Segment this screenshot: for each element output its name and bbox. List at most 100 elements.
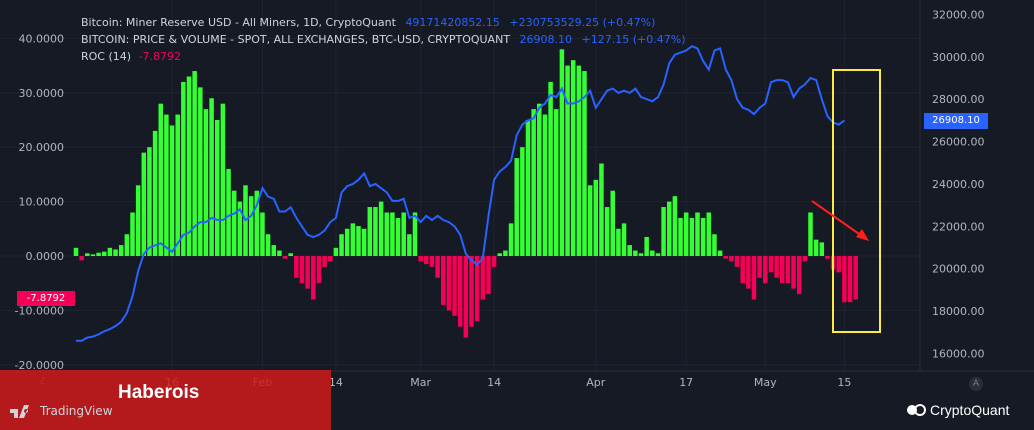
roc-bar bbox=[401, 212, 406, 256]
roc-bar bbox=[717, 250, 723, 256]
roc-bar bbox=[311, 256, 316, 300]
roc-bar bbox=[203, 109, 209, 257]
roc-bar bbox=[322, 256, 327, 267]
roc-bar bbox=[181, 81, 186, 256]
roc-bar bbox=[621, 223, 627, 256]
roc-bar bbox=[836, 256, 841, 273]
legend-roc-value: -7.8792 bbox=[138, 50, 182, 63]
roc-bar bbox=[361, 228, 367, 256]
cryptoquant-label: CryptoQuant bbox=[930, 402, 1010, 418]
roc-bar bbox=[231, 190, 237, 256]
roc-bar bbox=[248, 196, 254, 256]
auto-scale-button[interactable]: A bbox=[969, 377, 983, 391]
roc-bar bbox=[79, 256, 84, 261]
roc-bar bbox=[441, 256, 446, 305]
left-axis-tick-label: 0.0000 bbox=[26, 250, 65, 263]
roc-bar bbox=[260, 212, 265, 256]
roc-bar bbox=[175, 114, 180, 256]
roc-bar bbox=[559, 49, 565, 256]
roc-bar bbox=[520, 147, 525, 256]
roc-bar bbox=[429, 256, 435, 267]
roc-bar bbox=[644, 236, 649, 256]
roc-bar bbox=[751, 256, 757, 300]
right-axis-tick-label: 22000.00 bbox=[932, 220, 985, 233]
roc-bar bbox=[271, 245, 276, 256]
roc-bar bbox=[124, 234, 130, 256]
cryptoquant-logo[interactable]: CryptoQuant bbox=[906, 402, 1009, 418]
roc-bar bbox=[503, 250, 508, 256]
roc-bar bbox=[486, 256, 491, 295]
roc-bar bbox=[294, 256, 299, 278]
roc-bar bbox=[672, 196, 678, 256]
legend-roc-label: ROC (14) bbox=[81, 50, 132, 63]
roc-bar bbox=[616, 228, 621, 256]
roc-bar bbox=[740, 256, 745, 284]
roc-bar bbox=[367, 207, 373, 256]
roc-bar bbox=[853, 256, 858, 300]
brand-name: Haberois bbox=[118, 382, 200, 403]
roc-bar bbox=[384, 212, 389, 256]
roc-bar bbox=[565, 65, 570, 256]
roc-bar bbox=[446, 256, 452, 311]
roc-bar bbox=[373, 207, 378, 256]
roc-bar bbox=[90, 254, 96, 256]
legend-price-label: BITCOIN: PRICE & VOLUME - SPOT, ALL EXCH… bbox=[81, 33, 511, 46]
roc-bar bbox=[734, 256, 740, 267]
roc-bar bbox=[102, 251, 107, 256]
roc-bar bbox=[135, 185, 141, 256]
roc-bar bbox=[729, 256, 734, 262]
roc-bar bbox=[808, 212, 813, 256]
roc-last-value-tag: -7.8792 bbox=[17, 291, 75, 306]
roc-bar bbox=[480, 256, 486, 300]
right-axis-tick-label: 32000.00 bbox=[932, 8, 985, 21]
roc-bar bbox=[198, 87, 203, 256]
right-axis-tick-label: 16000.00 bbox=[932, 348, 985, 361]
price-last-value-tag: 26908.10 bbox=[924, 113, 988, 129]
roc-bar bbox=[638, 253, 644, 256]
roc-bar bbox=[390, 212, 395, 256]
roc-bar bbox=[282, 256, 288, 259]
roc-bar bbox=[599, 163, 604, 256]
roc-bar bbox=[847, 256, 853, 303]
roc-bar bbox=[186, 76, 192, 256]
roc-bar bbox=[604, 207, 610, 256]
roc-bar bbox=[141, 152, 147, 256]
roc-bar bbox=[333, 247, 339, 256]
roc-bar bbox=[706, 212, 712, 256]
roc-bar bbox=[463, 256, 469, 338]
left-axis-tick-label: 40.0000 bbox=[19, 32, 65, 45]
x-axis-tick-label: 17 bbox=[679, 376, 693, 389]
roc-bar bbox=[474, 256, 480, 322]
roc-bar bbox=[661, 207, 666, 256]
roc-bar bbox=[768, 256, 774, 273]
roc-bar bbox=[209, 98, 214, 257]
roc-bar bbox=[169, 125, 175, 256]
roc-bar bbox=[712, 234, 717, 256]
x-axis-tick-label: 14 bbox=[487, 376, 501, 389]
roc-bar bbox=[531, 109, 536, 257]
roc-bar bbox=[350, 223, 356, 256]
legend-miner-reserve-label: Bitcoin: Miner Reserve USD - All Miners,… bbox=[81, 16, 396, 29]
roc-bar bbox=[452, 256, 457, 316]
roc-bar bbox=[469, 256, 474, 327]
roc-bar bbox=[457, 256, 463, 327]
roc-bar bbox=[683, 212, 689, 256]
roc-bar bbox=[424, 256, 429, 265]
x-axis-tick-label: Apr bbox=[586, 376, 606, 389]
roc-bar bbox=[305, 256, 310, 289]
left-axis-tick-label: 30.0000 bbox=[19, 87, 65, 100]
roc-bar bbox=[796, 256, 802, 295]
tradingview-label: TradingView bbox=[40, 404, 113, 418]
roc-bar bbox=[678, 217, 683, 256]
right-axis-tick-label: 28000.00 bbox=[932, 93, 985, 106]
roc-bar bbox=[299, 256, 305, 284]
x-axis-tick-label: May bbox=[754, 376, 777, 389]
roc-bar bbox=[491, 256, 497, 267]
roc-bar bbox=[418, 256, 423, 262]
left-axis-tick-label: 20.0000 bbox=[19, 141, 65, 154]
roc-bar bbox=[73, 247, 79, 256]
roc-bar bbox=[344, 228, 350, 256]
roc-bar bbox=[633, 250, 638, 256]
roc-bar bbox=[514, 158, 519, 256]
tradingview-logo[interactable]: TradingView bbox=[10, 404, 113, 418]
